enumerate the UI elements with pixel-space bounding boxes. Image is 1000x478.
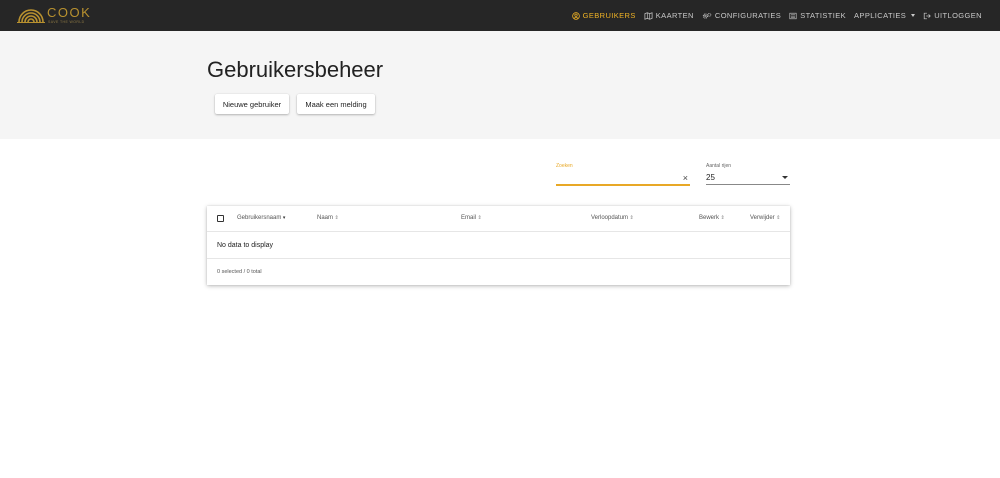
column-header-verloopdatum[interactable]: Verloopdatum ⇕ — [591, 215, 634, 221]
sort-icon: ⇕ — [776, 215, 781, 221]
nav-item-gebruikers[interactable]: GEBRUIKERS — [571, 11, 636, 20]
column-header-gebruikersnaam[interactable]: Gebruikersnaam ▾ — [237, 215, 285, 221]
empty-message: No data to display — [217, 242, 274, 249]
user-circle-icon — [571, 11, 580, 20]
new-user-button[interactable]: Nieuwe gebruiker — [215, 94, 289, 114]
nav-item-statistiek[interactable]: STATISTIEK — [789, 11, 846, 20]
top-navbar: COOK SAVE THE WORLD GEBRUIKERS KAARTEN C… — [0, 0, 1000, 31]
sort-icon: ⇕ — [477, 215, 482, 221]
empty-row: No data to display — [207, 232, 790, 259]
search-underline — [556, 184, 690, 186]
main-nav: GEBRUIKERS KAARTEN CONFIGURATIES STATIST… — [564, 0, 982, 31]
brand-tagline: SAVE THE WORLD — [48, 20, 85, 24]
column-label: Naam — [317, 215, 334, 221]
column-label: Verloopdatum — [591, 215, 629, 221]
column-header-verwijder[interactable]: Verwijder ⇕ — [750, 215, 780, 221]
search-input[interactable] — [556, 172, 680, 184]
sort-icon: ⇕ — [334, 215, 339, 221]
nav-item-kaarten[interactable]: KAARTEN — [644, 11, 694, 20]
table-header: Gebruikersnaam ▾ Naam ⇕ Email ⇕ Verloopd… — [207, 206, 790, 232]
report-button[interactable]: Maak een melding — [297, 94, 375, 114]
nav-label-configuraties: CONFIGURATIES — [714, 11, 782, 20]
column-label: Verwijder — [750, 215, 775, 221]
column-header-naam[interactable]: Naam ⇕ — [317, 215, 339, 221]
column-label: Bewerk — [699, 215, 720, 221]
nav-label-statistiek: STATISTIEK — [800, 11, 847, 20]
cogs-icon — [702, 12, 712, 19]
search-field: Zoeken × — [556, 160, 690, 186]
page-header — [0, 31, 1000, 139]
nav-item-uitloggen[interactable]: UITLOGGEN — [923, 11, 982, 20]
column-header-email[interactable]: Email ⇕ — [461, 215, 482, 221]
brand-name: COOK — [47, 5, 92, 20]
rows-underline — [706, 184, 790, 185]
search-label: Zoeken — [556, 163, 573, 169]
brand-logo[interactable]: COOK SAVE THE WORLD — [17, 3, 107, 27]
sort-icon: ⇕ — [629, 215, 634, 221]
sort-icon: ⇕ — [720, 215, 725, 221]
sign-out-icon — [924, 12, 931, 19]
nav-label-kaarten: KAARTEN — [655, 11, 694, 20]
dropdown-arrow-icon — [782, 176, 788, 179]
users-table: Gebruikersnaam ▾ Naam ⇕ Email ⇕ Verloopd… — [207, 206, 790, 285]
nav-item-applicaties[interactable]: APPLICATIES — [854, 11, 916, 20]
list-icon — [789, 12, 797, 19]
selection-summary: 0 selected / 0 total — [217, 269, 262, 275]
column-label: Email — [461, 215, 477, 221]
page-title: Gebruikersbeheer — [207, 57, 384, 82]
caret-down-icon — [911, 14, 916, 17]
nav-label-uitloggen: UITLOGGEN — [934, 11, 982, 20]
map-icon — [644, 11, 653, 20]
rows-value: 25 — [706, 173, 715, 182]
nav-label-applicaties: APPLICATIES — [854, 11, 907, 20]
rows-label: Aantal rijen — [706, 163, 732, 169]
clear-icon[interactable]: × — [683, 172, 688, 184]
rows-per-page-select[interactable]: Aantal rijen 25 — [706, 160, 790, 185]
sun-logo-icon — [17, 9, 45, 23]
column-label: Gebruikersnaam — [237, 215, 282, 221]
nav-label-gebruikers: GEBRUIKERS — [582, 11, 636, 20]
select-all-checkbox[interactable] — [217, 215, 224, 222]
sort-desc-icon: ▾ — [282, 215, 286, 221]
column-header-bewerk[interactable]: Bewerk ⇕ — [699, 215, 725, 221]
nav-item-configuraties[interactable]: CONFIGURATIES — [702, 11, 781, 20]
